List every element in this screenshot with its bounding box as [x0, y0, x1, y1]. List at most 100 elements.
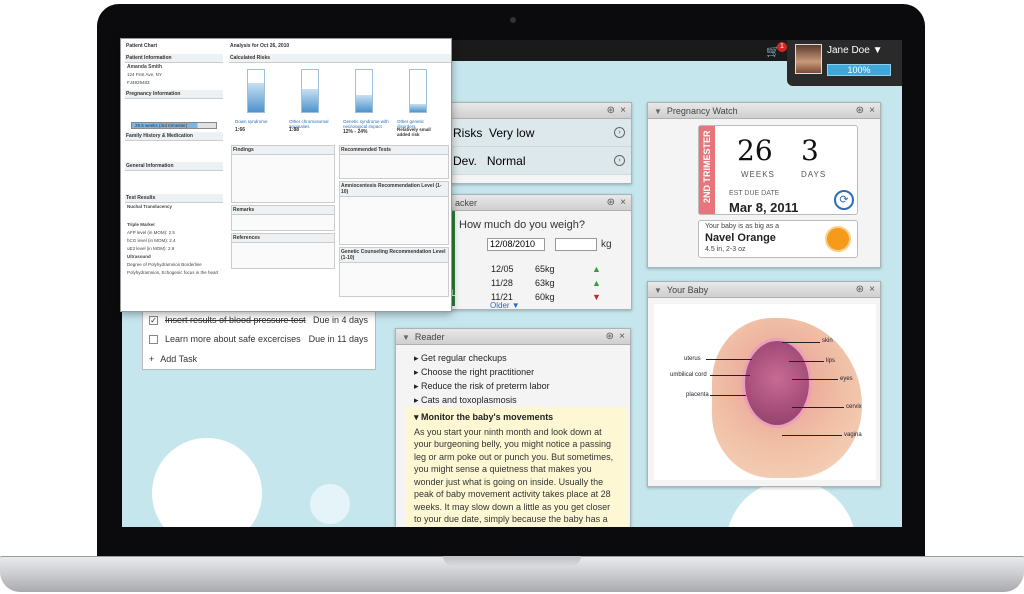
- due-date: Mar 8, 2011: [729, 200, 799, 215]
- sync-icon[interactable]: ⟳: [834, 190, 854, 210]
- tasks-panel: ✓ Insert results of blood pressure test D…: [142, 308, 376, 370]
- task-item[interactable]: Learn more about safe excercises Due in …: [149, 334, 374, 345]
- close-icon[interactable]: ×: [869, 284, 875, 296]
- weeks-count: 26: [737, 134, 773, 167]
- article-title[interactable]: ▾ Monitor the baby's movements: [414, 411, 620, 424]
- reader-link[interactable]: ▸ Get regular checkups: [414, 351, 550, 365]
- decor-bubble: [152, 438, 262, 527]
- weeks-progress-bar: 29.5 weeks (3rd trimester): [131, 122, 217, 129]
- add-task-button[interactable]: + Add Task: [149, 354, 374, 364]
- label-line: [706, 359, 752, 360]
- settings-icon[interactable]: ⊛: [607, 105, 615, 117]
- panel-title: Reader: [414, 332, 445, 342]
- label-line: [782, 435, 842, 436]
- section-header[interactable]: General Information: [125, 162, 223, 171]
- profile-progress: 100%: [827, 64, 891, 76]
- analysis-title: Analysis for Oct 26, 2010: [230, 43, 290, 49]
- reader-link-label[interactable]: Cats and toxoplasmosis: [421, 395, 517, 405]
- trend-up-icon: ▲: [592, 264, 601, 274]
- weight-input[interactable]: [555, 238, 597, 251]
- risk-column: [395, 63, 441, 117]
- label-line: [792, 379, 838, 380]
- trimester-label: 2ND TRIMESTER: [702, 130, 712, 203]
- section-header[interactable]: Family History & Medication: [125, 132, 223, 141]
- weight-entry: 11/28 63kg ▲: [491, 278, 601, 288]
- reader-link-label[interactable]: Reduce the risk of preterm labor: [421, 381, 550, 391]
- references-box: References: [231, 233, 335, 269]
- womb-shape: [742, 338, 812, 428]
- settings-icon[interactable]: ⊛: [606, 331, 614, 343]
- genetic-box: Genetic Counseling Recommendation Level …: [339, 247, 449, 297]
- fetus-illustration: skin uterus lips umbilical cord eyes pla…: [654, 304, 876, 480]
- reader-link[interactable]: ▸ Choose the right practitioner: [414, 365, 550, 379]
- trimester-stripe: 2ND TRIMESTER: [699, 126, 715, 214]
- section-header[interactable]: Recommended Tests: [340, 146, 448, 155]
- pregnancy-watch-header: ▼ Pregnancy Watch ⊛ ×: [648, 103, 880, 119]
- risk-value: 1:88: [289, 127, 300, 133]
- close-icon[interactable]: ×: [620, 105, 626, 117]
- section-header[interactable]: Remarks: [232, 206, 334, 215]
- collapse-icon[interactable]: ▼: [654, 286, 662, 295]
- risk-name: Genetic syndrome with neurological impac…: [343, 119, 389, 129]
- article-body: As you start your ninth month and look d…: [414, 426, 615, 528]
- days-label: DAYS: [801, 170, 827, 179]
- test-details: [125, 211, 223, 221]
- reader-link-label[interactable]: Get regular checkups: [421, 353, 507, 363]
- days-count: 3: [801, 134, 819, 167]
- close-icon[interactable]: ×: [619, 331, 625, 343]
- task-checkbox[interactable]: ✓: [149, 316, 158, 326]
- section-header[interactable]: Patient Information: [125, 54, 223, 63]
- older-link[interactable]: Older ▼: [490, 301, 520, 310]
- camera-icon: [510, 17, 516, 23]
- task-checkbox[interactable]: [149, 335, 158, 345]
- family-details: [125, 141, 223, 159]
- reader-link[interactable]: ▸ Reduce the risk of preterm labor: [414, 379, 550, 393]
- test-value: AFP level (in MOM): 2.5: [127, 230, 175, 235]
- panel-title: Your Baby: [666, 285, 709, 295]
- arrow-right-icon[interactable]: ›: [614, 127, 625, 138]
- panel-title: acker: [455, 198, 478, 208]
- label-line: [710, 395, 746, 396]
- section-header[interactable]: Amniocentesis Recommendation Level (1-10…: [340, 182, 448, 197]
- close-icon[interactable]: ×: [869, 105, 875, 117]
- section-header[interactable]: References: [232, 234, 334, 243]
- section-header[interactable]: Findings: [232, 146, 334, 155]
- task-due: Due in 4 days: [312, 315, 368, 325]
- add-task-label: Add Task: [160, 354, 198, 364]
- close-icon[interactable]: ×: [620, 197, 626, 209]
- reader-panel: ▼ Reader ⊛ × ▸ Get regular checkups ▸ Cho…: [395, 328, 631, 527]
- label-line: [782, 342, 820, 343]
- due-date-label: EST DUE DATE: [729, 190, 780, 197]
- section-header[interactable]: Genetic Counseling Recommendation Level …: [340, 248, 448, 263]
- weight-unit: kg: [601, 239, 612, 250]
- anatomy-label: lips: [826, 358, 836, 364]
- week-counter-card: 2ND TRIMESTER 26 WEEKS 3 DAYS EST DUE DA…: [698, 125, 858, 215]
- section-header[interactable]: Test Results: [125, 194, 223, 203]
- chart-title: Patient Chart: [126, 43, 158, 49]
- settings-icon[interactable]: ⊛: [856, 284, 864, 296]
- reader-link-label[interactable]: Choose the right practitioner: [421, 367, 534, 377]
- date-input[interactable]: 12/08/2010: [487, 238, 545, 251]
- user-name[interactable]: Jane Doe ▼: [827, 45, 882, 56]
- label-line: [710, 375, 750, 376]
- reader-link[interactable]: ▸ Cats and toxoplasmosis: [414, 393, 550, 407]
- collapse-icon[interactable]: ▼: [654, 107, 662, 116]
- arrow-right-icon[interactable]: ›: [614, 155, 625, 166]
- panel-title: Pregnancy Watch: [666, 106, 738, 116]
- task-due: Due in 11 days: [308, 334, 368, 344]
- collapse-icon[interactable]: ▼: [402, 333, 410, 342]
- decor-bubble: [726, 480, 856, 527]
- section-header[interactable]: Pregnancy Information: [125, 90, 223, 99]
- weight-tracker-panel: acker ⊛ × AL How much do you weigh? 12/0…: [444, 194, 632, 310]
- task-item[interactable]: ✓ Insert results of blood pressure test D…: [149, 315, 374, 326]
- section-header[interactable]: Calculated Risks: [229, 54, 451, 63]
- patient-name: Amanda Smith: [127, 64, 163, 70]
- reader-header: ▼ Reader ⊛ ×: [396, 329, 630, 345]
- risk-column: [233, 63, 279, 117]
- settings-icon[interactable]: ⊛: [607, 197, 615, 209]
- anatomy-label: vagina: [844, 432, 862, 438]
- user-menu[interactable]: Jane Doe ▼ 100%: [787, 40, 902, 86]
- entry-weight: 65kg: [535, 264, 555, 274]
- settings-icon[interactable]: ⊛: [856, 105, 864, 117]
- patient-chart-overlay: Patient Chart Patient Information Amanda…: [120, 38, 452, 312]
